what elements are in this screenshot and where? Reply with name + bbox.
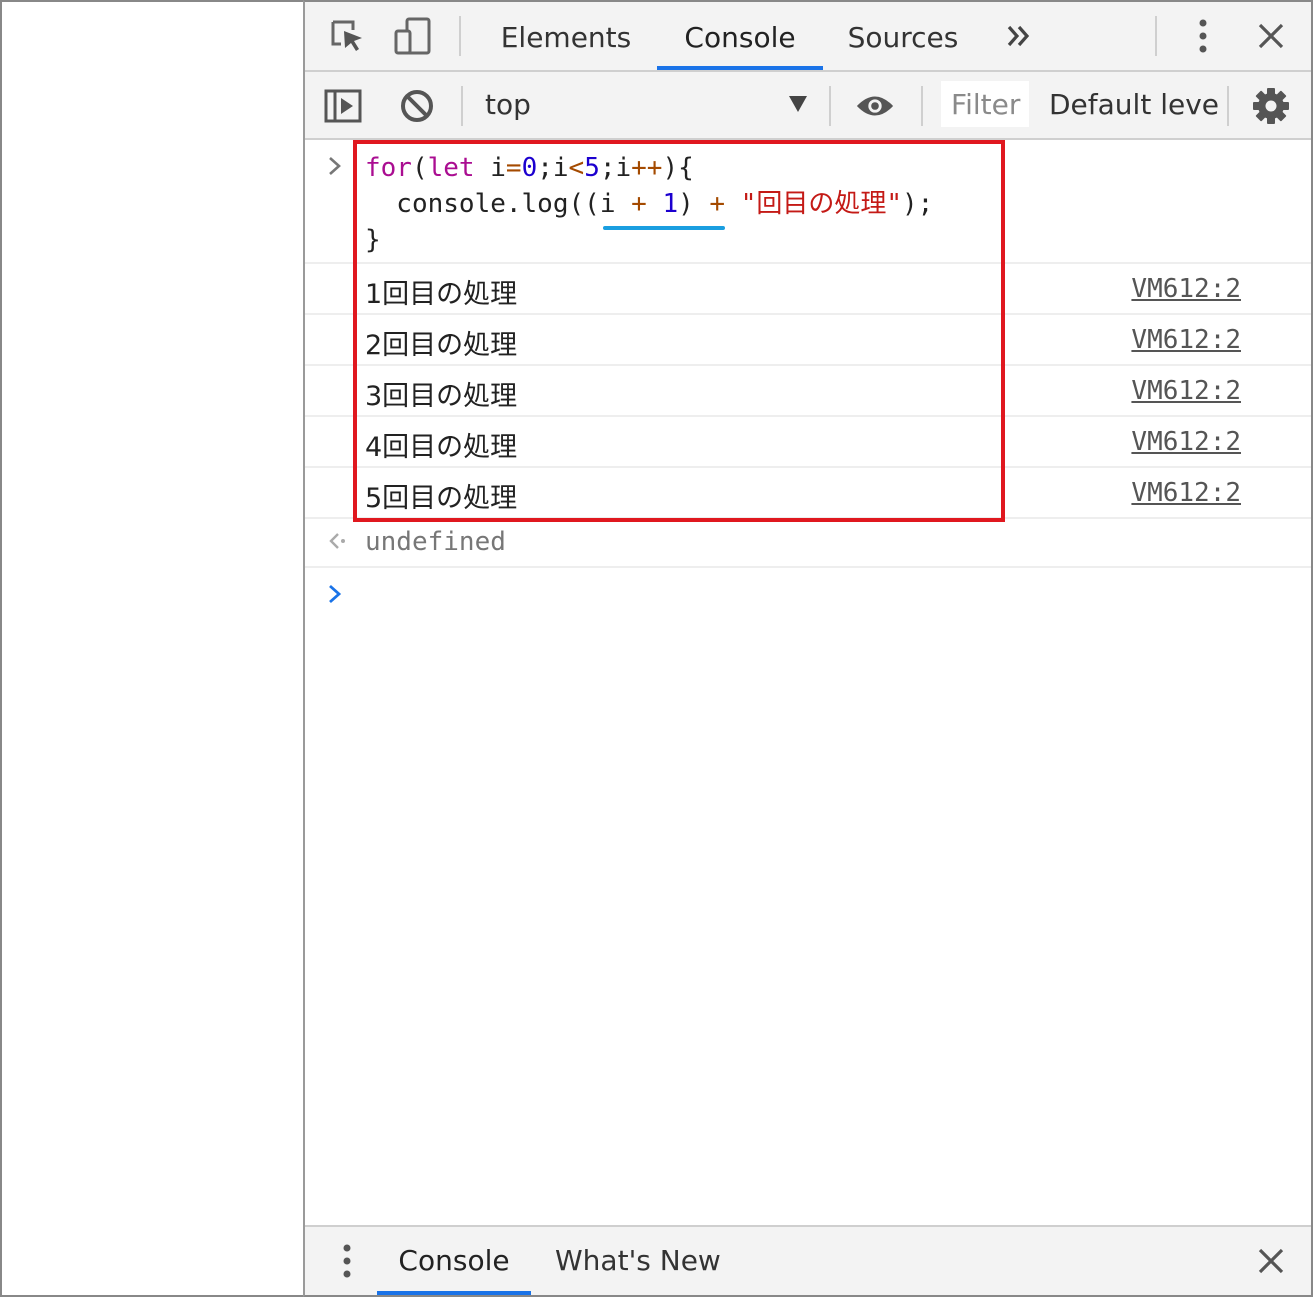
code-token: } [365, 225, 381, 255]
context-selector[interactable]: top [485, 88, 531, 121]
filter-input[interactable]: Filter [941, 81, 1029, 127]
console-toolbar: top Filter Default leve [305, 72, 1311, 140]
close-icon[interactable] [1251, 16, 1291, 56]
divider [461, 86, 463, 126]
console-log-row: 1回目の処理 VM612:2 [305, 264, 1311, 315]
console-log-row: 2回目の処理 VM612:2 [305, 315, 1311, 366]
devtools-tabbar: Elements Console Sources [305, 2, 1311, 72]
kebab-menu-icon[interactable] [1183, 16, 1223, 56]
drawer-tab-whats-new[interactable]: What's New [555, 1227, 721, 1295]
code-line: console.log((i + 1) + "回目の処理"); [365, 186, 933, 222]
code-token: i [490, 153, 506, 183]
code-token: ); [902, 189, 934, 219]
code-token: i [599, 189, 632, 219]
code-token: console.log(( [365, 189, 600, 219]
code-token: ++ [631, 153, 663, 183]
code-token: ) [678, 189, 710, 219]
divider [1155, 16, 1157, 56]
chevron-right-icon [327, 154, 343, 184]
code-token: = [505, 153, 522, 183]
console-input-message: for(let i=0;i<5;i++){ console.log((i + 1… [305, 140, 1311, 264]
triangle-down-icon[interactable] [789, 96, 807, 112]
show-sidebar-icon[interactable] [323, 86, 363, 126]
console-log-row: 3回目の処理 VM612:2 [305, 366, 1311, 417]
page-content-area [0, 0, 304, 1297]
chevron-right-icon [327, 582, 343, 612]
result-value: undefined [365, 527, 506, 557]
underline-annotation [603, 226, 725, 230]
code-token: "回目の処理" [740, 189, 903, 219]
log-message: 1回目の処理 [365, 279, 518, 310]
divider [459, 16, 461, 56]
console-log-row: 4回目の処理 VM612:2 [305, 417, 1311, 468]
log-source-link[interactable]: VM612:2 [1131, 376, 1241, 406]
log-source-link[interactable]: VM612:2 [1131, 274, 1241, 304]
device-toolbar-icon[interactable] [393, 16, 433, 56]
console-result-row: undefined [305, 519, 1311, 568]
inspect-element-icon[interactable] [327, 16, 367, 56]
log-source-link[interactable]: VM612:2 [1131, 325, 1241, 355]
devtools-panel: Elements Console Sources top Filter Defa… [303, 0, 1313, 1297]
clear-console-icon[interactable] [397, 86, 437, 126]
code-token: + [631, 189, 647, 219]
code-token: + [709, 189, 726, 219]
drawer-tab-console[interactable]: Console [377, 1227, 531, 1295]
tab-sources[interactable]: Sources [835, 2, 971, 70]
log-levels-dropdown[interactable]: Default leve [1049, 88, 1219, 121]
code-token: ;i [537, 153, 569, 183]
code-token: for [365, 153, 412, 183]
console-prompt[interactable] [305, 568, 1311, 624]
code-token: 0 [521, 153, 538, 183]
code-token: 1 [662, 189, 679, 219]
log-message: 3回目の処理 [365, 381, 518, 412]
log-message: 4回目の処理 [365, 432, 518, 463]
code-token: ( [411, 153, 428, 183]
code-line: } [365, 222, 381, 258]
code-token: < [568, 153, 585, 183]
log-source-link[interactable]: VM612:2 [1131, 427, 1241, 457]
code-line: for(let i=0;i<5;i++){ [365, 150, 694, 186]
chevron-double-right-icon[interactable] [999, 16, 1039, 56]
tab-console[interactable]: Console [657, 2, 823, 70]
gear-icon[interactable] [1251, 86, 1291, 126]
log-message: 5回目の処理 [365, 483, 518, 514]
code-token: ){ [662, 153, 694, 183]
divider [1227, 86, 1229, 126]
code-token: ;i [599, 153, 632, 183]
result-arrow-icon [327, 529, 349, 559]
console-log-row: 5回目の処理 VM612:2 [305, 468, 1311, 519]
drawer-tabbar: Console What's New [305, 1225, 1311, 1295]
code-token: 5 [584, 153, 600, 183]
console-messages: for(let i=0;i<5;i++){ console.log((i + 1… [305, 140, 1311, 624]
log-source-link[interactable]: VM612:2 [1131, 478, 1241, 508]
divider [829, 86, 831, 126]
log-message: 2回目の処理 [365, 330, 518, 361]
close-icon[interactable] [1251, 1241, 1291, 1281]
kebab-menu-icon[interactable] [327, 1241, 367, 1281]
tab-elements[interactable]: Elements [491, 2, 641, 70]
divider [921, 86, 923, 126]
code-token: let [427, 153, 475, 183]
eye-icon[interactable] [855, 86, 895, 126]
